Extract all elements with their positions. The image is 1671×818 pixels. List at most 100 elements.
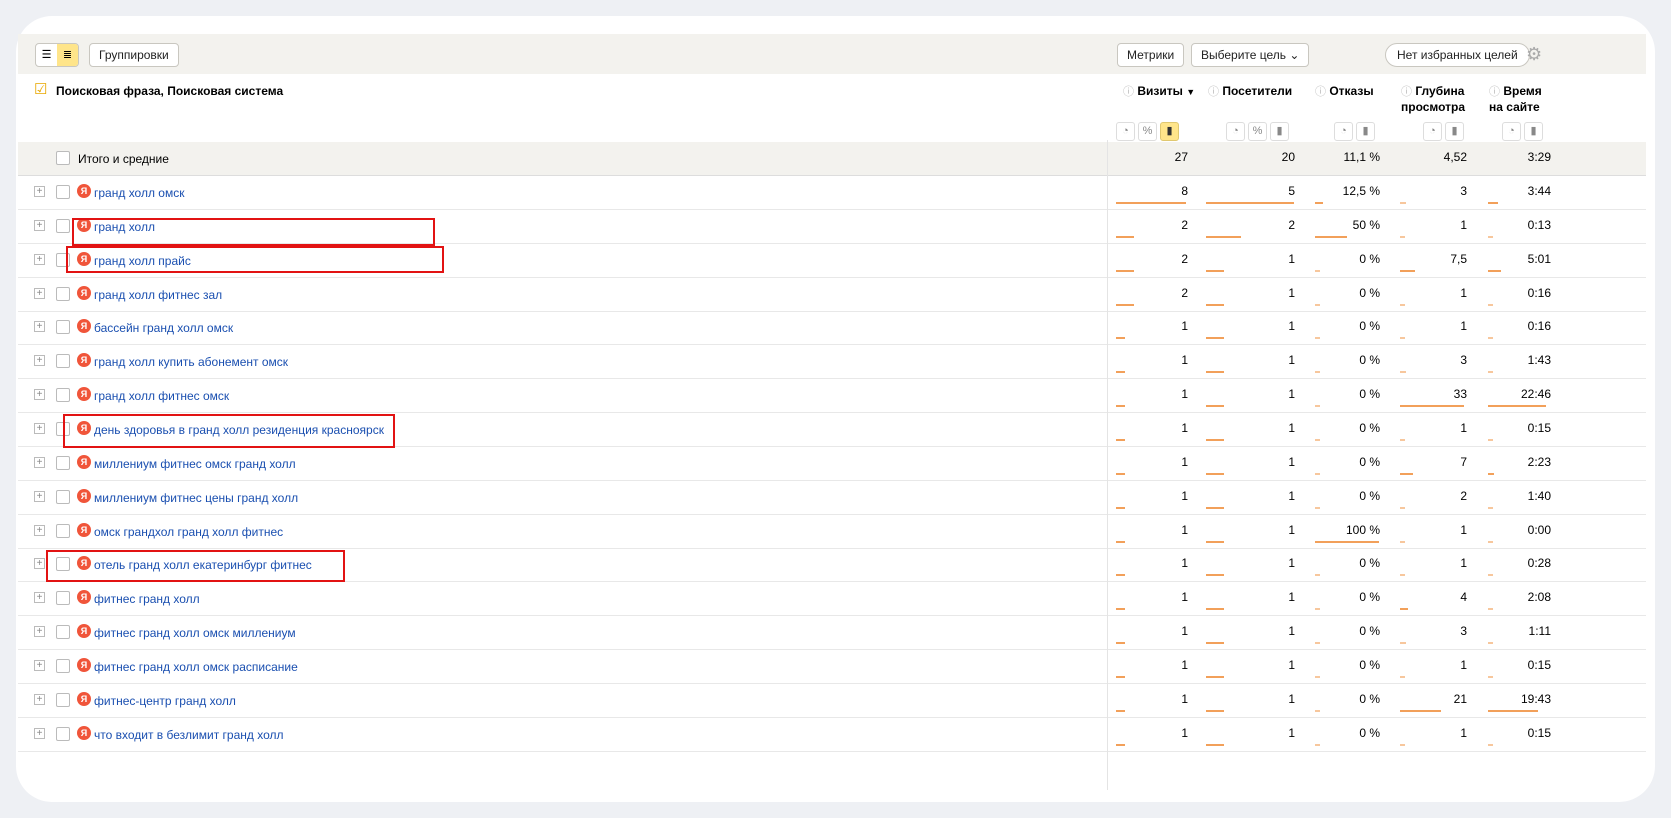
- value-bar-fill: [1116, 675, 1126, 678]
- value-bar-fill: [1206, 608, 1224, 611]
- percent-icon[interactable]: %: [1248, 122, 1267, 141]
- expand-icon[interactable]: +: [34, 253, 45, 265]
- search-phrase-link[interactable]: фитнес гранд холл: [94, 592, 200, 606]
- search-phrase-link[interactable]: фитнес гранд холл омск миллениум: [94, 626, 296, 640]
- row-checkbox[interactable]: [56, 489, 70, 504]
- list-icon[interactable]: ☰: [36, 44, 57, 66]
- search-phrase-link[interactable]: гранд холл купить абонемент омск: [94, 355, 288, 369]
- bar-chart-icon[interactable]: ▮: [1160, 122, 1179, 141]
- search-phrase-link[interactable]: гранд холл прайс: [94, 254, 191, 268]
- cell-visitors: 1: [1288, 454, 1295, 469]
- percent-icon[interactable]: %: [1138, 122, 1157, 141]
- value-bar-fill: [1206, 472, 1224, 475]
- favorite-goals-button[interactable]: Нет избранных целей: [1385, 43, 1530, 67]
- row-checkbox[interactable]: [56, 354, 70, 369]
- search-phrase-link[interactable]: отель гранд холл екатеринбург фитнес: [94, 558, 312, 572]
- column-bounces[interactable]: ⓘ Отказы: [1315, 84, 1374, 100]
- expand-icon[interactable]: +: [34, 186, 45, 197]
- bar-chart-icon[interactable]: ▮: [1445, 122, 1464, 141]
- row-checkbox[interactable]: [56, 320, 70, 335]
- column-visitors[interactable]: ⓘ Посетители: [1208, 84, 1292, 100]
- expand-icon[interactable]: +: [34, 219, 45, 231]
- bar-chart-icon[interactable]: ▮: [1270, 122, 1289, 141]
- cell-bounces: 0 %: [1359, 420, 1380, 435]
- search-phrase-link[interactable]: гранд холл омск: [94, 186, 184, 200]
- gear-icon[interactable]: ⚙: [1526, 44, 1542, 65]
- search-phrase-link[interactable]: миллениум фитнес омск гранд холл: [94, 457, 296, 471]
- expand-icon[interactable]: +: [34, 727, 45, 739]
- cell-visits: 1: [1181, 657, 1188, 672]
- column-depth[interactable]: ⓘ Глубина просмотра: [1401, 84, 1465, 115]
- row-checkbox[interactable]: [56, 557, 70, 572]
- expand-icon[interactable]: +: [34, 490, 45, 502]
- row-checkbox[interactable]: [56, 421, 70, 436]
- pie-chart-icon[interactable]: ◔: [1226, 122, 1245, 141]
- search-phrase-link[interactable]: гранд холл фитнес омск: [94, 389, 229, 403]
- value-bar: [1400, 540, 1464, 543]
- expand-icon[interactable]: +: [34, 287, 45, 299]
- value-bar-fill: [1315, 269, 1321, 272]
- bar-chart-icon[interactable]: ▮: [1356, 122, 1375, 141]
- search-phrase-link[interactable]: омск грандхол гранд холл фитнес: [94, 525, 283, 539]
- pie-chart-icon[interactable]: ◔: [1423, 122, 1442, 141]
- cell-visitors: 2: [1288, 217, 1295, 232]
- expand-icon[interactable]: +: [34, 355, 45, 367]
- value-bar-fill: [1116, 371, 1126, 374]
- search-phrase-link[interactable]: фитнес-центр гранд холл: [94, 694, 236, 708]
- search-phrase-link[interactable]: что входит в безлимит гранд холл: [94, 728, 284, 742]
- pie-chart-icon[interactable]: ◔: [1116, 122, 1135, 141]
- column-time[interactable]: ⓘ Время на сайте: [1489, 84, 1542, 115]
- search-phrase-link[interactable]: бассейн гранд холл омск: [94, 321, 233, 335]
- expand-icon[interactable]: +: [34, 592, 45, 604]
- column-visits[interactable]: ⓘ Визиты ▼: [1123, 84, 1195, 100]
- row-checkbox[interactable]: [56, 658, 70, 673]
- expand-icon[interactable]: +: [34, 524, 45, 536]
- value-bar: [1488, 405, 1546, 408]
- row-checkbox[interactable]: [56, 692, 70, 707]
- metrics-button[interactable]: Метрики: [1117, 43, 1185, 67]
- search-phrase-link[interactable]: гранд холл: [94, 220, 155, 234]
- expand-icon[interactable]: +: [34, 321, 45, 333]
- table-row: + Ябассейн гранд холл омск 1 1 0 % 1 0:16: [18, 311, 1646, 346]
- search-phrase-link[interactable]: гранд холл фитнес зал: [94, 288, 222, 302]
- bar-chart-icon[interactable]: ▮: [1524, 122, 1543, 141]
- tree-icon[interactable]: ≣: [57, 44, 78, 66]
- expand-icon[interactable]: +: [34, 422, 45, 434]
- sort-desc-icon[interactable]: ▼: [1186, 87, 1195, 97]
- row-checkbox[interactable]: [56, 388, 70, 403]
- search-phrase-link[interactable]: миллениум фитнес цены гранд холл: [94, 491, 298, 505]
- groupings-button[interactable]: Группировки: [89, 43, 179, 67]
- cell-visits: 1: [1181, 556, 1188, 571]
- expand-icon[interactable]: +: [34, 558, 45, 570]
- cell-bounces: 0 %: [1359, 285, 1380, 300]
- value-bar-fill: [1400, 540, 1406, 543]
- row-checkbox[interactable]: [56, 218, 70, 233]
- totals-checkbox[interactable]: [56, 151, 70, 165]
- search-phrase-link[interactable]: день здоровья в гранд холл резиденция кр…: [94, 423, 384, 437]
- value-bar-fill: [1315, 438, 1321, 441]
- row-checkbox[interactable]: [56, 252, 70, 267]
- row-checkbox[interactable]: [56, 726, 70, 741]
- row-checkbox[interactable]: [56, 523, 70, 538]
- row-checkbox[interactable]: [56, 185, 70, 199]
- row-checkbox[interactable]: [56, 591, 70, 606]
- row-checkbox[interactable]: [56, 625, 70, 640]
- value-bar: [1116, 540, 1186, 543]
- value-bar-fill: [1488, 303, 1493, 306]
- dimension-checkbox[interactable]: ☑: [34, 80, 47, 98]
- expand-icon[interactable]: +: [34, 693, 45, 705]
- expand-icon[interactable]: +: [34, 659, 45, 671]
- goal-select[interactable]: Выберите цель ⌄: [1191, 43, 1310, 67]
- cell-bounces: 0 %: [1359, 387, 1380, 402]
- expand-icon[interactable]: +: [34, 626, 45, 638]
- value-bar-fill: [1116, 506, 1126, 509]
- view-toggle[interactable]: ☰ ≣: [35, 43, 79, 67]
- pie-chart-icon[interactable]: ◔: [1502, 122, 1521, 141]
- expand-icon[interactable]: +: [34, 456, 45, 468]
- search-phrase-link[interactable]: фитнес гранд холл омск расписание: [94, 660, 298, 674]
- expand-icon[interactable]: +: [34, 389, 45, 401]
- row-checkbox[interactable]: [56, 455, 70, 470]
- value-bar-fill: [1488, 743, 1493, 746]
- pie-chart-icon[interactable]: ◔: [1334, 122, 1353, 141]
- row-checkbox[interactable]: [56, 286, 70, 301]
